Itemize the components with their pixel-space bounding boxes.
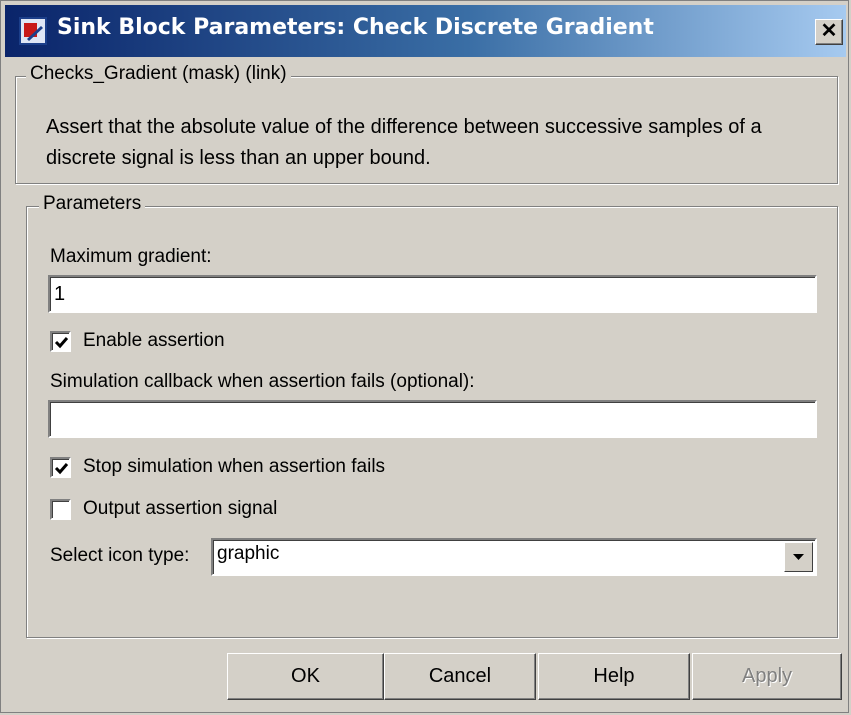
ok-button[interactable]: OK bbox=[227, 653, 384, 700]
callback-label: Simulation callback when assertion fails… bbox=[50, 371, 475, 392]
help-button[interactable]: Help bbox=[538, 653, 690, 700]
output-signal-label[interactable]: Output assertion signal bbox=[83, 498, 277, 520]
window-title: Sink Block Parameters: Check Discrete Gr… bbox=[57, 15, 654, 40]
dialog-window: Sink Block Parameters: Check Discrete Gr… bbox=[0, 0, 849, 713]
stop-simulation-label[interactable]: Stop simulation when assertion fails bbox=[83, 456, 385, 478]
parameters-group-legend: Parameters bbox=[39, 193, 146, 215]
icon-type-value: graphic bbox=[217, 543, 280, 564]
block-description: Assert that the absolute value of the di… bbox=[46, 116, 762, 169]
close-button[interactable]: ✕ bbox=[815, 19, 843, 45]
close-icon: ✕ bbox=[820, 20, 838, 42]
max-gradient-label: Maximum gradient: bbox=[50, 246, 212, 267]
checkmark-icon bbox=[54, 463, 69, 475]
simulink-block-icon bbox=[19, 17, 47, 45]
callback-input[interactable] bbox=[48, 400, 817, 438]
max-gradient-input[interactable]: 1 bbox=[48, 275, 817, 313]
checkmark-icon bbox=[54, 337, 69, 349]
apply-button[interactable]: Apply bbox=[692, 653, 842, 700]
cancel-button[interactable]: Cancel bbox=[384, 653, 536, 700]
chevron-down-icon bbox=[793, 554, 804, 560]
enable-assertion-label[interactable]: Enable assertion bbox=[83, 330, 225, 352]
stop-simulation-checkbox[interactable] bbox=[50, 457, 71, 478]
enable-assertion-checkbox[interactable] bbox=[50, 331, 71, 352]
icon-type-select[interactable]: graphic bbox=[211, 538, 817, 576]
icon-type-label: Select icon type: bbox=[50, 545, 190, 566]
output-signal-checkbox[interactable] bbox=[50, 499, 71, 520]
mask-group-legend: Checks_Gradient (mask) (link) bbox=[26, 63, 291, 85]
dropdown-button[interactable] bbox=[784, 542, 813, 572]
title-bar[interactable]: Sink Block Parameters: Check Discrete Gr… bbox=[5, 5, 846, 57]
